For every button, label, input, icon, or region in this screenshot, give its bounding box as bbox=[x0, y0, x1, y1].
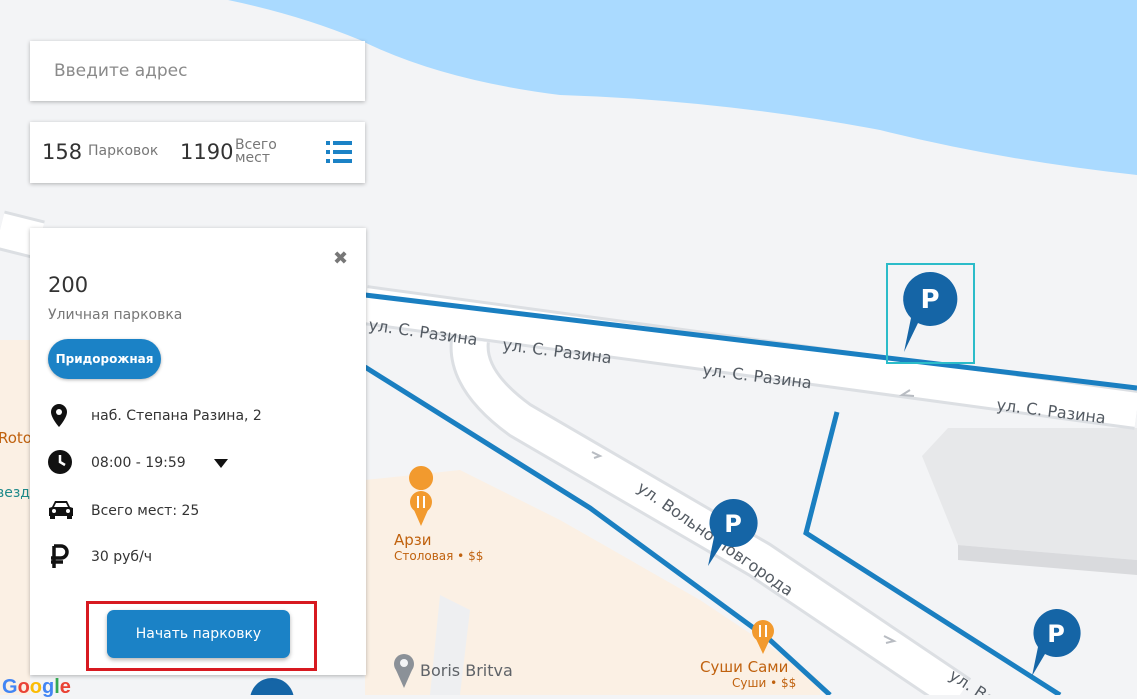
parking-category-badge: Придорожная bbox=[48, 339, 161, 379]
start-parking-button[interactable]: Начать парковку bbox=[107, 610, 290, 658]
address-row: наб. Степана Разина, 2 bbox=[48, 403, 348, 431]
places-count: 1190 bbox=[180, 140, 234, 164]
parkings-count: 158 bbox=[42, 140, 83, 164]
poi-name: Арзи bbox=[394, 531, 432, 549]
parking-stats-bar: 158 Парковок 1190 Всего мест bbox=[30, 122, 365, 183]
total-places-text: Всего мест: 25 bbox=[91, 503, 200, 519]
svg-text:P: P bbox=[920, 285, 939, 315]
ruble-icon bbox=[51, 544, 69, 568]
parking-id: 200 bbox=[48, 273, 89, 297]
chevron-down-icon[interactable] bbox=[214, 459, 228, 468]
svg-text:P: P bbox=[1047, 620, 1065, 648]
parking-detail-panel: ✖ 200 Уличная парковка Придорожная наб. … bbox=[30, 228, 366, 675]
address-text: наб. Степана Разина, 2 bbox=[91, 408, 262, 424]
price-text: 30 руб/ч bbox=[91, 549, 153, 565]
edge-label: везд bbox=[0, 485, 30, 501]
places-row: Всего мест: 25 bbox=[48, 498, 348, 526]
poi-name: Boris Britva bbox=[420, 661, 513, 680]
price-row: 30 руб/ч bbox=[48, 544, 348, 572]
clock-icon bbox=[48, 450, 72, 474]
edge-label: Roto bbox=[0, 429, 32, 447]
hours-text: 08:00 - 19:59 bbox=[91, 455, 186, 471]
places-label-line2: мест bbox=[235, 150, 271, 166]
google-logo: Google bbox=[2, 676, 71, 698]
car-icon bbox=[49, 501, 73, 519]
list-view-icon[interactable] bbox=[326, 140, 352, 164]
hours-row: 08:00 - 19:59 bbox=[48, 450, 348, 478]
svg-text:P: P bbox=[724, 510, 742, 538]
location-pin-icon bbox=[51, 404, 67, 427]
parking-type: Уличная парковка bbox=[48, 307, 183, 323]
parkings-label: Парковок bbox=[88, 143, 159, 159]
poi-name: Суши Сами bbox=[700, 658, 788, 676]
close-icon[interactable]: ✖ bbox=[333, 248, 348, 269]
search-box bbox=[30, 41, 365, 101]
address-search-input[interactable] bbox=[30, 41, 365, 101]
poi-subtitle: Столовая • $$ bbox=[394, 549, 483, 563]
poi-subtitle: Суши • $$ bbox=[732, 676, 796, 690]
